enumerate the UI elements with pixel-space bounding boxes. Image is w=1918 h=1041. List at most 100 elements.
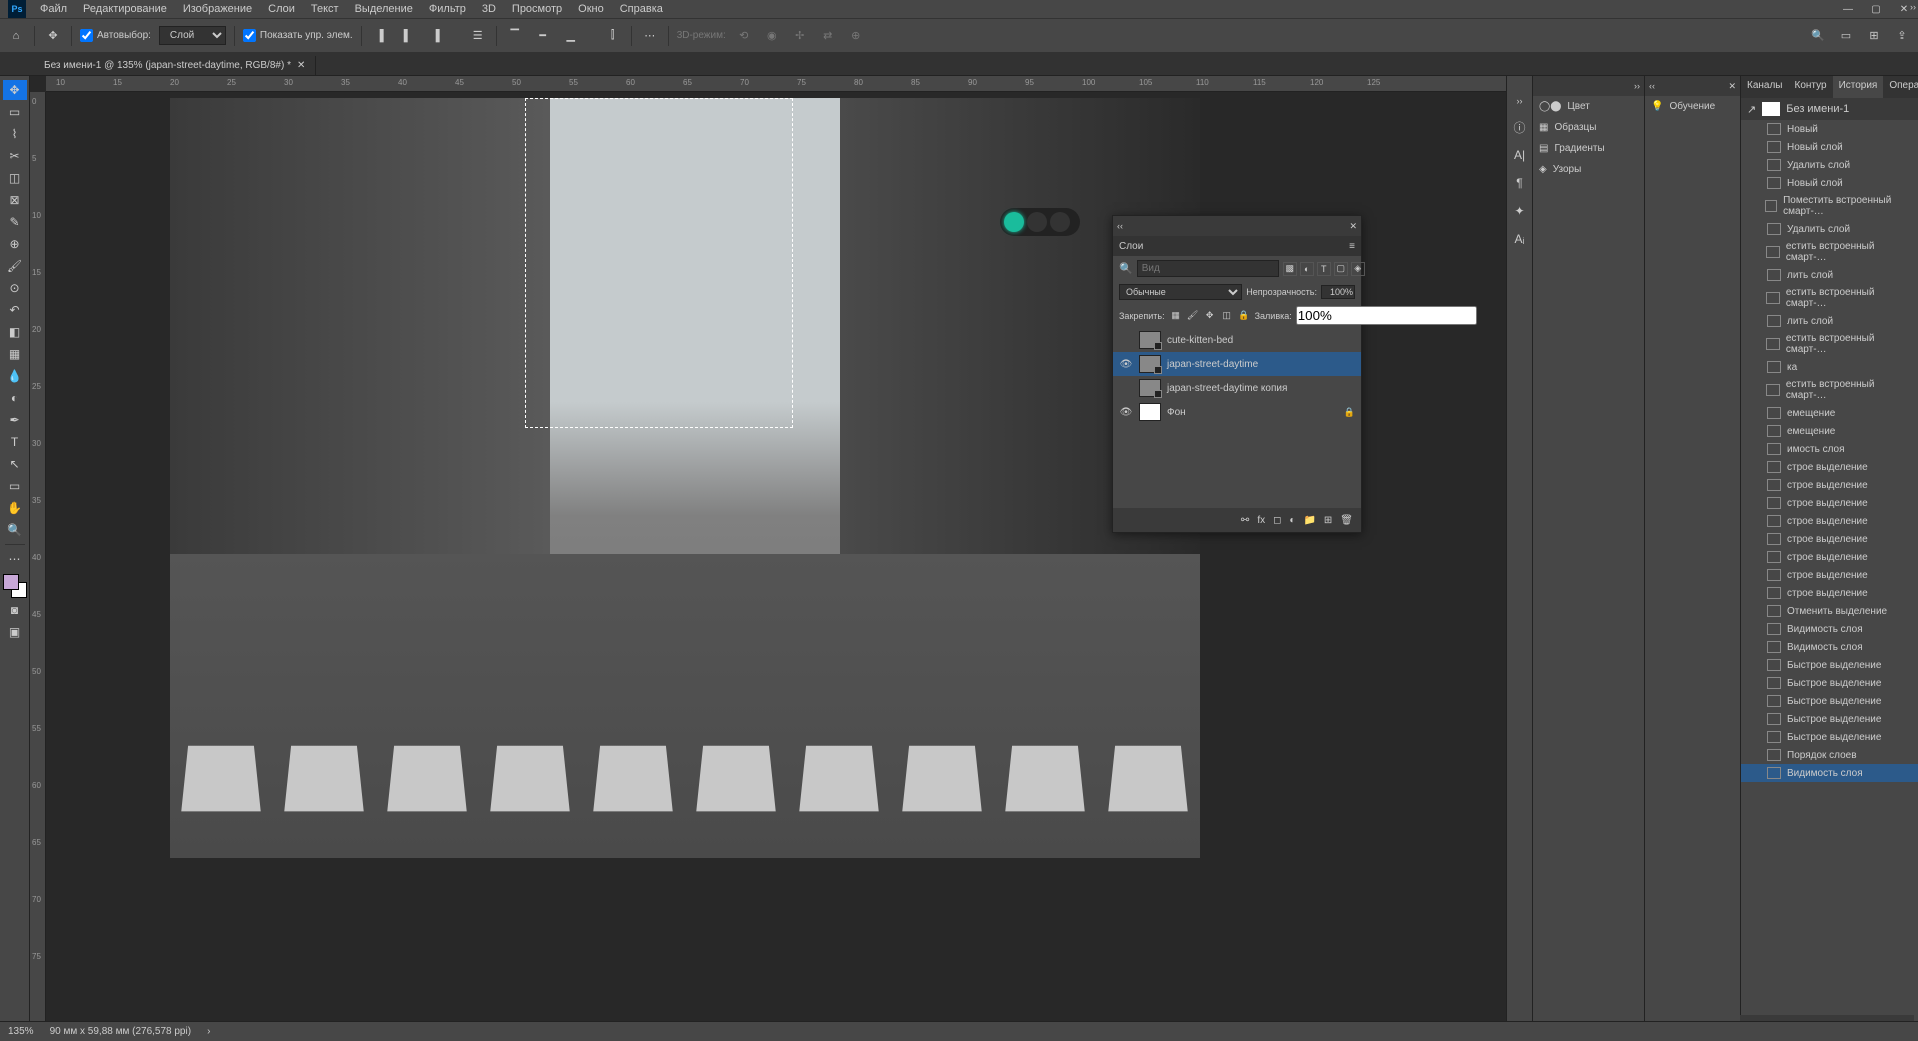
history-list[interactable]: НовыйНовый слойУдалить слойНовый слойПом…	[1741, 120, 1918, 820]
align-top-icon[interactable]: ▔	[505, 26, 525, 46]
panel-образцы[interactable]: ▦Образцы	[1533, 117, 1644, 138]
history-document-row[interactable]: ↗ Без имени-1	[1741, 98, 1918, 120]
history-step[interactable]: Быстрое выделение	[1741, 692, 1918, 710]
menu-редактирование[interactable]: Редактирование	[75, 1, 175, 17]
document-tab[interactable]: Без имени-1 @ 135% (japan-street-daytime…	[34, 56, 316, 75]
history-step[interactable]: Удалить слой	[1741, 220, 1918, 238]
layer-name[interactable]: japan-street-daytime копия	[1167, 383, 1355, 394]
auto-select-target[interactable]: Слой	[159, 26, 226, 45]
menu-окно[interactable]: Окно	[570, 1, 612, 17]
align-center-v-icon[interactable]: ━	[533, 26, 553, 46]
visibility-icon[interactable]: 👁	[1119, 407, 1133, 418]
lasso-tool[interactable]: ⌇	[3, 124, 27, 144]
distribute-icon[interactable]: ☰	[468, 26, 488, 46]
history-step[interactable]: строе выделение	[1741, 512, 1918, 530]
link-layers-icon[interactable]: ⚯	[1241, 515, 1249, 526]
panel-collapse-header[interactable]: ››	[1533, 76, 1644, 96]
layers-tab[interactable]: Слои ≡	[1113, 236, 1361, 256]
filter-adjust-icon[interactable]: ◐	[1300, 262, 1314, 276]
menu-3d[interactable]: 3D	[474, 1, 504, 17]
history-step[interactable]: строе выделение	[1741, 584, 1918, 602]
document-info[interactable]: 90 мм x 59,88 мм (276,578 ppi)	[50, 1026, 191, 1037]
frame-icon[interactable]: ⊞	[1864, 26, 1884, 46]
panel-цвет[interactable]: ◯⬤Цвет	[1533, 96, 1644, 117]
adjustment-layer-icon[interactable]: ◐	[1289, 515, 1295, 526]
filter-pixel-icon[interactable]: ▩	[1283, 262, 1297, 276]
align-left-icon[interactable]: ▐	[370, 26, 390, 46]
history-step[interactable]: Видимость слоя	[1741, 638, 1918, 656]
history-step[interactable]: строе выделение	[1741, 494, 1918, 512]
more-options-icon[interactable]: ⋯	[640, 26, 660, 46]
layer-row[interactable]: 👁Фон🔒	[1113, 400, 1361, 424]
layer-thumb[interactable]	[1139, 355, 1161, 373]
history-step[interactable]: имость слоя	[1741, 440, 1918, 458]
lock-artboard-icon[interactable]: ◫	[1220, 309, 1234, 323]
3d-zoom-icon[interactable]: ⊕	[846, 26, 866, 46]
3d-roll-icon[interactable]: ◉	[762, 26, 782, 46]
layer-name[interactable]: Фон	[1167, 407, 1338, 418]
layer-mask-icon[interactable]: ◻	[1273, 515, 1281, 526]
filter-smart-icon[interactable]: ◈	[1351, 262, 1365, 276]
filter-shape-icon[interactable]: ▢	[1334, 262, 1348, 276]
history-step[interactable]: Быстрое выделение	[1741, 656, 1918, 674]
home-icon[interactable]: ⌂	[6, 26, 26, 46]
blur-tool[interactable]: 💧	[3, 366, 27, 386]
history-step[interactable]: строе выделение	[1741, 566, 1918, 584]
paragraph-panel-icon[interactable]: ¶	[1511, 174, 1529, 192]
history-step[interactable]: лить слой	[1741, 312, 1918, 330]
panel-узоры[interactable]: ◈Узоры	[1533, 159, 1644, 180]
shape-tool[interactable]: ▭	[3, 476, 27, 496]
character-panel-icon[interactable]: A|	[1511, 146, 1529, 164]
history-step[interactable]: Видимость слоя	[1741, 764, 1918, 782]
history-step[interactable]: строе выделение	[1741, 530, 1918, 548]
arrange-icon[interactable]: ▭	[1836, 26, 1856, 46]
history-step[interactable]: Быстрое выделение	[1741, 710, 1918, 728]
dock-collapse-icon[interactable]: ››	[1515, 94, 1525, 108]
visibility-icon[interactable]: 👁	[1119, 359, 1133, 370]
menu-выделение[interactable]: Выделение	[347, 1, 421, 17]
search-icon[interactable]: 🔍	[1808, 26, 1828, 46]
layer-name[interactable]: cute-kitten-bed	[1167, 335, 1355, 346]
3d-slide-icon[interactable]: ⇄	[818, 26, 838, 46]
history-step[interactable]: естить встроенный смарт-…	[1741, 330, 1918, 358]
canvas-image[interactable]	[170, 98, 1200, 858]
move-tool-icon[interactable]: ✥	[43, 26, 63, 46]
tab-операц[interactable]: Операц	[1883, 76, 1918, 98]
info-panel-icon[interactable]: ⓘ	[1511, 118, 1529, 136]
zoom-level[interactable]: 135%	[8, 1026, 34, 1037]
status-chevron-icon[interactable]: ›	[207, 1026, 210, 1037]
blend-mode-select[interactable]: Обычные	[1119, 284, 1242, 300]
menu-просмотр[interactable]: Просмотр	[504, 1, 570, 17]
layer-group-icon[interactable]: 📁	[1303, 515, 1315, 526]
auto-select-checkbox[interactable]: Автовыбор:	[80, 29, 151, 42]
lock-transparency-icon[interactable]: ▦	[1169, 309, 1183, 323]
history-step[interactable]: лить слой	[1741, 266, 1918, 284]
healing-brush-tool[interactable]: ⊕	[3, 234, 27, 254]
history-step[interactable]: Быстрое выделение	[1741, 728, 1918, 746]
history-step[interactable]: Поместить встроенный смарт-…	[1741, 192, 1918, 220]
brush-tool[interactable]: 🖌	[3, 256, 27, 276]
layer-row[interactable]: 👁 japan-street-daytime	[1113, 352, 1361, 376]
history-step[interactable]: Отменить выделение	[1741, 602, 1918, 620]
history-step[interactable]: естить встроенный смарт-…	[1741, 376, 1918, 404]
layer-fx-icon[interactable]: fx	[1257, 515, 1265, 526]
align-center-h-icon[interactable]: ▌	[398, 26, 418, 46]
zoom-tool[interactable]: 🔍	[3, 520, 27, 540]
new-layer-icon[interactable]: ⊞	[1324, 515, 1332, 526]
eraser-tool[interactable]: ◧	[3, 322, 27, 342]
close-tab-icon[interactable]: ✕	[297, 60, 305, 71]
tab-контур[interactable]: Контур	[1789, 76, 1833, 98]
toolbar-collapse-icon[interactable]: ››	[1908, 0, 1918, 14]
layer-row[interactable]: cute-kitten-bed	[1113, 328, 1361, 352]
eyedropper-tool[interactable]: ✎	[3, 212, 27, 232]
clone-stamp-tool[interactable]: ⊙	[3, 278, 27, 298]
menu-изображение[interactable]: Изображение	[175, 1, 260, 17]
distribute-v-icon[interactable]: ⫿	[603, 26, 623, 46]
dodge-tool[interactable]: ◐	[3, 388, 27, 408]
layer-name[interactable]: japan-street-daytime	[1167, 359, 1355, 370]
history-step[interactable]: строе выделение	[1741, 476, 1918, 494]
panel-градиенты[interactable]: ▤Градиенты	[1533, 138, 1644, 159]
share-icon[interactable]: ⇪	[1892, 26, 1912, 46]
lock-pixels-icon[interactable]: 🖌	[1186, 309, 1200, 323]
marquee-tool[interactable]: ▭	[3, 102, 27, 122]
